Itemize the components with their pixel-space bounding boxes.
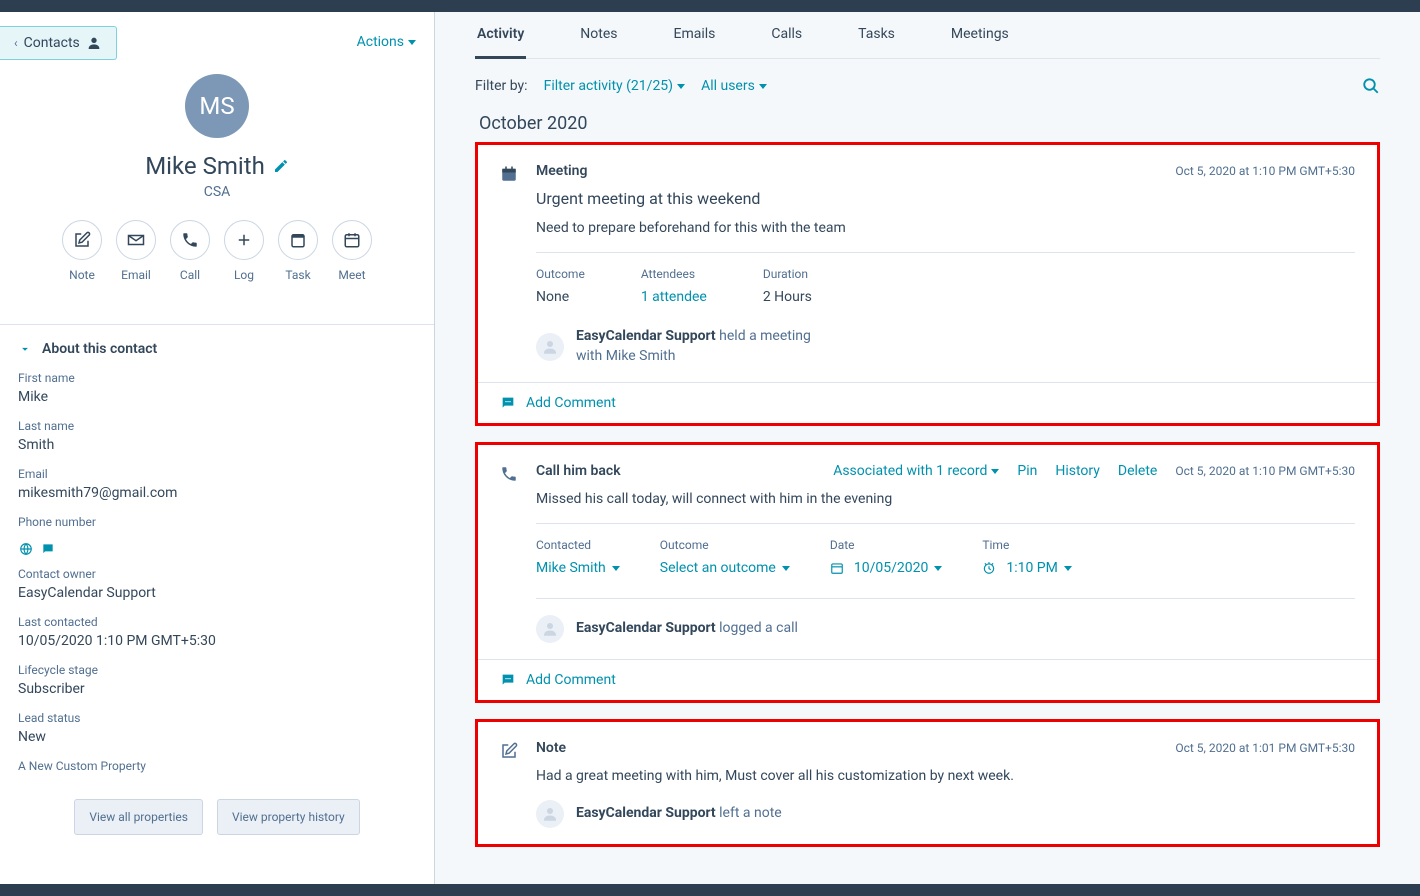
filter-activity-dropdown[interactable]: Filter activity (21/25) (544, 78, 685, 94)
card-type: Meeting (536, 163, 587, 179)
calendar-icon (830, 561, 844, 575)
caret-down-icon (759, 84, 767, 89)
activity-panel: Activity Notes Emails Calls Tasks Meetin… (435, 12, 1420, 884)
edit-name-icon[interactable] (273, 158, 289, 174)
month-header: October 2020 (475, 113, 1380, 134)
comment-icon (500, 395, 516, 411)
contact-avatar: MS (185, 74, 249, 138)
user-avatar-icon (536, 615, 564, 643)
phone-globe-icon[interactable] (18, 541, 34, 557)
meeting-outcome[interactable]: None (536, 289, 585, 305)
call-desc: Missed his call today, will connect with… (536, 491, 1355, 507)
user-avatar-icon (536, 800, 564, 828)
clock-icon (982, 561, 996, 575)
delete-link[interactable]: Delete (1118, 463, 1157, 479)
history-link[interactable]: History (1055, 463, 1100, 479)
contact-name: Mike Smith (145, 152, 265, 180)
first-name-field[interactable]: Mike (18, 389, 416, 405)
calendar-icon (500, 165, 518, 183)
meeting-attendees[interactable]: 1 attendee (641, 289, 707, 305)
meeting-desc: Need to prepare beforehand for this with… (536, 220, 1355, 236)
contact-sidebar: ‹ Contacts Actions MS Mike Smith CSA Not… (0, 12, 435, 884)
task-button[interactable] (278, 220, 318, 260)
note-desc: Had a great meeting with him, Must cover… (536, 768, 1355, 784)
email-button[interactable] (116, 220, 156, 260)
custom-property-field[interactable]: A New Custom Property (18, 759, 416, 773)
back-to-contacts-button[interactable]: ‹ Contacts (0, 26, 117, 60)
lead-status-field[interactable]: New (18, 729, 416, 745)
owner-field[interactable]: EasyCalendar Support (18, 585, 416, 601)
tab-activity[interactable]: Activity (475, 26, 526, 59)
filter-label: Filter by: (475, 78, 528, 94)
view-all-properties-button[interactable]: View all properties (74, 799, 203, 835)
phone-chat-icon[interactable] (40, 541, 56, 557)
call-contacted-dropdown[interactable]: Mike Smith (536, 560, 620, 576)
add-comment-button[interactable]: Add Comment (478, 382, 1377, 423)
tab-tasks[interactable]: Tasks (856, 26, 897, 58)
add-comment-button[interactable]: Add Comment (478, 659, 1377, 700)
user-avatar-icon (536, 333, 564, 361)
note-button[interactable] (62, 220, 102, 260)
caret-down-icon (677, 84, 685, 89)
last-contacted-field: 10/05/2020 1:10 PM GMT+5:30 (18, 633, 416, 649)
tab-emails[interactable]: Emails (672, 26, 718, 58)
tab-notes[interactable]: Notes (578, 26, 619, 58)
meet-button[interactable] (332, 220, 372, 260)
actions-dropdown[interactable]: Actions (357, 34, 416, 50)
call-outcome-dropdown[interactable]: Select an outcome (660, 560, 790, 576)
chevron-left-icon: ‹ (14, 36, 18, 50)
note-icon (500, 742, 518, 760)
card-timestamp: Oct 5, 2020 at 1:01 PM GMT+5:30 (1175, 741, 1355, 755)
card-type: Call him back (536, 463, 621, 479)
card-timestamp: Oct 5, 2020 at 1:10 PM GMT+5:30 (1175, 464, 1355, 478)
back-label: Contacts (24, 35, 80, 51)
call-time-picker[interactable]: 1:10 PM (982, 560, 1072, 576)
about-section-toggle[interactable]: About this contact (0, 325, 434, 361)
associated-records-link[interactable]: Associated with 1 record (833, 463, 999, 479)
tab-meetings[interactable]: Meetings (949, 26, 1011, 58)
pin-link[interactable]: Pin (1017, 463, 1037, 479)
comment-icon (500, 672, 516, 688)
caret-down-icon (408, 40, 416, 45)
meeting-duration[interactable]: 2 Hours (763, 289, 812, 305)
activity-card-note: Note Oct 5, 2020 at 1:01 PM GMT+5:30 Had… (475, 719, 1380, 847)
phone-icon (500, 465, 518, 483)
call-button[interactable] (170, 220, 210, 260)
email-field[interactable]: mikesmith79@gmail.com (18, 485, 416, 501)
view-property-history-button[interactable]: View property history (217, 799, 360, 835)
lifecycle-field[interactable]: Subscriber (18, 681, 416, 697)
person-icon (86, 35, 102, 51)
card-type: Note (536, 740, 566, 756)
last-name-field[interactable]: Smith (18, 437, 416, 453)
filter-users-dropdown[interactable]: All users (701, 78, 767, 94)
log-button[interactable] (224, 220, 264, 260)
activity-card-call: Call him back Associated with 1 record P… (475, 442, 1380, 703)
card-timestamp: Oct 5, 2020 at 1:10 PM GMT+5:30 (1175, 164, 1355, 178)
meeting-title: Urgent meeting at this weekend (536, 189, 1355, 208)
call-date-picker[interactable]: 10/05/2020 (830, 560, 943, 576)
tab-calls[interactable]: Calls (769, 26, 804, 58)
chevron-down-icon (18, 342, 32, 356)
contact-subtitle: CSA (0, 184, 434, 200)
search-icon[interactable] (1362, 77, 1380, 95)
activity-card-meeting: Meeting Oct 5, 2020 at 1:10 PM GMT+5:30 … (475, 142, 1380, 426)
